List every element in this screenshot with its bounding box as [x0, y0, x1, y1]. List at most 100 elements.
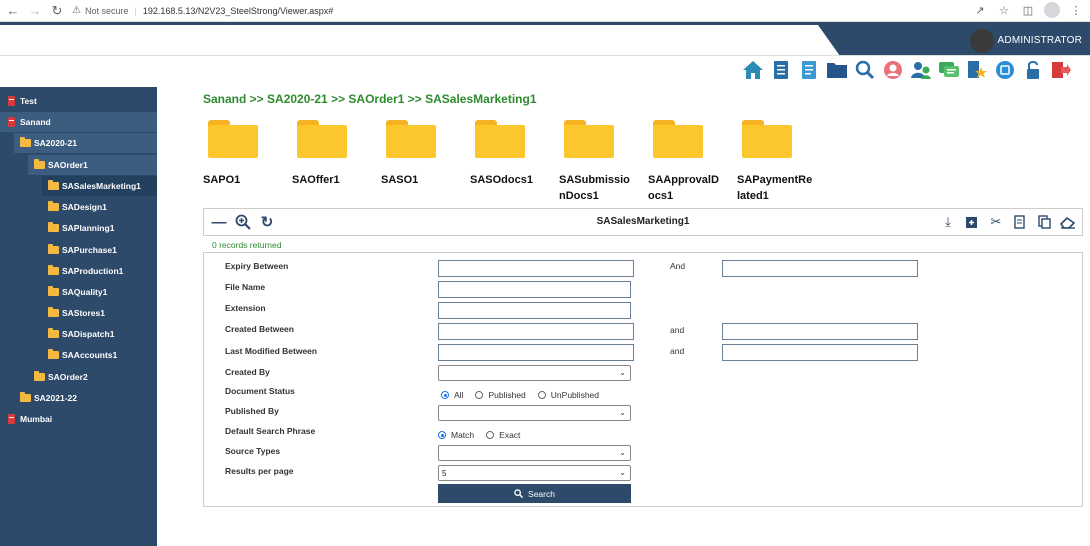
- sidebar-item-label: SADispatch1: [62, 329, 115, 339]
- published-by-label: Published By: [225, 406, 279, 416]
- results-per-page-select[interactable]: 5 ⌄: [438, 465, 631, 481]
- info-icon[interactable]: [994, 59, 1016, 81]
- security-label: Not secure: [84, 5, 129, 16]
- folder-icon: [48, 307, 59, 317]
- created-to-input[interactable]: [722, 323, 918, 340]
- modified-from-input[interactable]: [438, 344, 634, 361]
- sidebar-item-label: SADesign1: [62, 202, 107, 212]
- back-icon[interactable]: ←: [4, 2, 22, 20]
- users-icon[interactable]: [910, 59, 932, 81]
- share-icon[interactable]: ↗: [972, 2, 988, 18]
- created-by-select[interactable]: ⌄: [438, 365, 631, 381]
- sidebar-item-sa2020-21[interactable]: SA2020-21: [14, 133, 157, 153]
- folder-card-saso1[interactable]: SASO1: [381, 120, 461, 188]
- phrase-match-radio[interactable]: [438, 431, 446, 439]
- folder-icon: [20, 137, 31, 147]
- sidebar-item-saquality1[interactable]: SAQuality1: [42, 282, 157, 302]
- folder-label: SAOffer1: [292, 174, 340, 186]
- sidebar-item-saaccounts1[interactable]: SAAccounts1: [42, 345, 157, 365]
- folder-label: SAApprovalDocs1: [648, 174, 719, 202]
- avatar[interactable]: [969, 28, 994, 53]
- modified-and-label: and: [670, 346, 685, 356]
- published-by-select[interactable]: ⌄: [438, 405, 631, 421]
- download-icon[interactable]: ⤓: [940, 213, 956, 231]
- favorites-icon[interactable]: [966, 59, 988, 81]
- folder-icon: [34, 371, 45, 381]
- created-from-input[interactable]: [438, 323, 634, 340]
- chat-icon[interactable]: [938, 59, 960, 81]
- cut-icon[interactable]: ✂: [988, 213, 1004, 231]
- modified-to-input[interactable]: [722, 344, 918, 361]
- lock-icon[interactable]: [1022, 59, 1044, 81]
- forward-icon[interactable]: →: [26, 2, 44, 20]
- user-icon[interactable]: [882, 59, 904, 81]
- extension-input[interactable]: [438, 302, 631, 319]
- profile-icon[interactable]: [1044, 2, 1060, 18]
- search-button[interactable]: Search: [438, 484, 631, 503]
- folder-card-saoffer1[interactable]: SAOffer1: [292, 120, 372, 188]
- erase-icon[interactable]: [1060, 213, 1076, 231]
- sidebar-item-sadispatch1[interactable]: SADispatch1: [42, 324, 157, 344]
- folder-card-saapprovaldocs1[interactable]: SAApprovalDocs1: [648, 120, 728, 204]
- folder-icon: [742, 120, 792, 158]
- warning-icon: ⚠: [72, 5, 81, 16]
- expiry-label: Expiry Between: [225, 261, 289, 271]
- sidebar-item-sanand[interactable]: Sanand: [0, 112, 157, 132]
- home-icon[interactable]: [742, 59, 764, 81]
- sidebar-item-saplanning1[interactable]: SAPlanning1: [42, 218, 157, 238]
- sidebar-item-label: SAQuality1: [62, 287, 108, 297]
- status-published-radio[interactable]: [475, 391, 484, 399]
- bookmark-star-icon[interactable]: ☆: [996, 2, 1012, 18]
- book-icon: [8, 414, 15, 424]
- folder-icon: [48, 349, 59, 359]
- folder-card-sasodocs1[interactable]: SASOdocs1: [470, 120, 550, 188]
- radio-label: Published: [488, 390, 526, 400]
- folder-icon[interactable]: [826, 59, 848, 81]
- folder-label: SASubmissionDocs1: [559, 174, 630, 202]
- sidebar-item-mumbai[interactable]: Mumbai: [0, 409, 157, 429]
- sidebar-item-sadesign1[interactable]: SADesign1: [42, 197, 157, 217]
- status-all-radio[interactable]: [441, 391, 449, 399]
- radio-label: UnPublished: [550, 390, 599, 400]
- reload-icon[interactable]: ↻: [48, 2, 66, 20]
- sidebar-item-sasalesmarketing1[interactable]: SASalesMarketing1: [42, 176, 157, 196]
- radio-label: Match: [451, 430, 475, 440]
- phrase-exact-radio[interactable]: [486, 431, 495, 439]
- chevron-down-icon: ⌄: [619, 408, 626, 417]
- expiry-to-input[interactable]: [722, 260, 918, 277]
- user-bar: ADMINISTRATOR: [818, 25, 1090, 56]
- phrase-label: Default Search Phrase: [225, 426, 316, 436]
- main-toolbar: [742, 58, 1072, 82]
- sidebar-item-sapurchase1[interactable]: SAPurchase1: [42, 240, 157, 260]
- sidebar-item-saorder2[interactable]: SAOrder2: [28, 367, 157, 387]
- sidebar-item-test[interactable]: Test: [0, 91, 157, 111]
- folder-card-sapaymentrelated1[interactable]: SAPaymentRelated1: [737, 120, 817, 204]
- expiry-from-input[interactable]: [438, 260, 634, 277]
- user-name[interactable]: ADMINISTRATOR: [998, 35, 1082, 46]
- search-icon: [514, 489, 524, 498]
- sidebar-item-label: SASalesMarketing1: [62, 181, 141, 191]
- header-divider: [0, 55, 1090, 56]
- notes-icon[interactable]: [798, 59, 820, 81]
- sidebar-item-sastores1[interactable]: SAStores1: [42, 303, 157, 323]
- address-bar[interactable]: ⚠ Not secure | 192.168.5.13/N2V23_SteelS…: [72, 2, 333, 20]
- copy-icon[interactable]: [1012, 213, 1028, 231]
- folder-card-sapo1[interactable]: SAPO1: [203, 120, 283, 188]
- folder-card-sasubmissiondocs1[interactable]: SASubmissionDocs1: [559, 120, 639, 204]
- paste-icon[interactable]: [1036, 213, 1052, 231]
- status-unpublished-radio[interactable]: [537, 391, 546, 399]
- menu-icon[interactable]: ⋮: [1068, 2, 1084, 18]
- created-by-label: Created By: [225, 367, 270, 377]
- url-text: 192.168.5.13/N2V23_SteelStrong/Viewer.as…: [142, 5, 334, 16]
- source-types-select[interactable]: ⌄: [438, 445, 631, 461]
- sidebar-item-sa2021-22[interactable]: SA2021-22: [14, 388, 157, 408]
- logout-icon[interactable]: [1050, 59, 1072, 81]
- sidebar-item-saorder1[interactable]: SAOrder1: [28, 155, 157, 175]
- document-icon[interactable]: [770, 59, 792, 81]
- add-document-icon[interactable]: [964, 213, 980, 231]
- sidepanel-icon[interactable]: ◫: [1020, 2, 1036, 18]
- sidebar-item-saproduction1[interactable]: SAProduction1: [42, 261, 157, 281]
- file-name-input[interactable]: [438, 281, 631, 298]
- sidebar-item-label: SAPlanning1: [62, 223, 115, 233]
- search-icon[interactable]: [854, 59, 876, 81]
